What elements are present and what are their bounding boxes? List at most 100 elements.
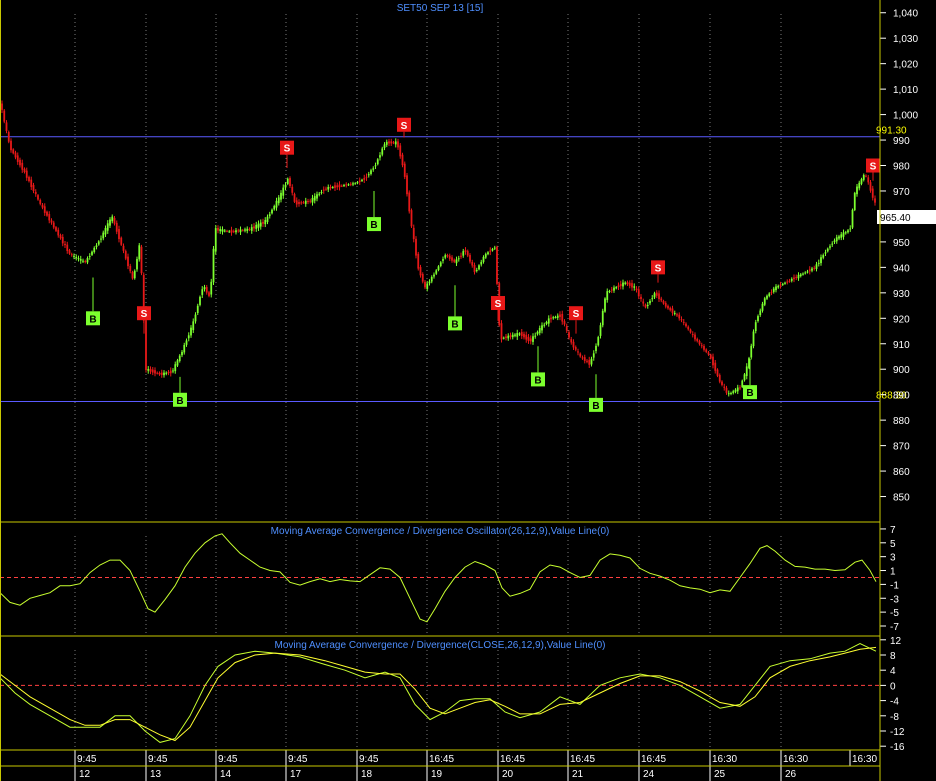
candle-body (421, 274, 424, 282)
candle-body (687, 326, 690, 330)
candle-body (624, 282, 627, 284)
day-tick-label: 25 (714, 769, 726, 780)
candle-body (399, 145, 402, 157)
candle-body (221, 229, 224, 232)
candle-body (790, 278, 793, 281)
time-tick-label: 16:30 (852, 754, 877, 765)
candle-body (437, 266, 440, 271)
candle-body (797, 274, 800, 279)
candle-body (181, 351, 183, 356)
candle-body (408, 192, 411, 212)
candle-body (39, 200, 42, 204)
candle-body (41, 204, 44, 208)
candle-body (685, 323, 687, 327)
candle-body (856, 186, 858, 195)
candle-body (770, 292, 773, 294)
indicator-y-tick-label: -16 (890, 742, 905, 753)
indicator-y-tick-label: -7 (890, 622, 899, 633)
candle-body (577, 351, 579, 353)
candle-body (786, 281, 789, 283)
candle-body (23, 168, 26, 173)
candle-body (100, 238, 102, 240)
candle-body (874, 198, 876, 203)
candle-body (615, 287, 618, 289)
candle-body (795, 276, 798, 278)
candle-body (678, 314, 681, 319)
candle-body (334, 185, 336, 188)
day-tick-label: 18 (361, 769, 373, 780)
candle-body (354, 183, 357, 185)
candle-body (496, 246, 498, 284)
sell-signal-label: S (655, 263, 662, 274)
candle-body (484, 253, 487, 258)
candle-body (505, 336, 507, 338)
candle-body (707, 352, 710, 355)
candle-body (160, 372, 163, 375)
candle-body (223, 230, 226, 232)
candle-body (518, 333, 521, 335)
candle-body (842, 232, 845, 237)
candle-body (700, 345, 703, 347)
candle-body (151, 369, 154, 373)
candle-body (680, 319, 683, 321)
price-y-tick-label: 980 (893, 162, 910, 173)
candle-body (721, 381, 723, 385)
day-tick-label: 24 (643, 769, 655, 780)
candle-body (570, 339, 573, 343)
candle-body (487, 252, 489, 255)
candle-body (730, 392, 732, 394)
candle-body (610, 289, 613, 291)
candle-body (426, 283, 429, 289)
candle-body (493, 247, 496, 249)
candle-body (259, 222, 262, 227)
candle-body (28, 177, 30, 182)
candle-body (550, 317, 552, 320)
candle-body (138, 245, 141, 260)
candle-body (482, 256, 485, 262)
indicator-y-tick-label: 4 (890, 666, 896, 677)
candle-body (208, 292, 210, 296)
candle-body (646, 304, 649, 306)
indicator-y-tick-label: 5 (890, 539, 896, 550)
candle-body (601, 310, 604, 326)
candle-body (347, 184, 350, 186)
candle-body (667, 305, 669, 309)
candle-body (46, 211, 48, 216)
candle-body (631, 283, 633, 288)
candle-body (489, 250, 492, 252)
candle-body (831, 243, 834, 245)
candle-body (462, 251, 465, 256)
sell-signal-label: S (495, 299, 502, 310)
candle-body (379, 155, 381, 158)
candle-body (88, 256, 91, 258)
candle-body (658, 293, 660, 300)
candle-body (214, 228, 217, 252)
candle-body (187, 335, 190, 339)
candle-body (446, 255, 449, 257)
indicator-y-tick-label: -3 (890, 594, 899, 605)
candle-body (691, 334, 694, 336)
candle-body (754, 322, 757, 332)
candle-body (847, 230, 849, 233)
candle-body (111, 216, 114, 222)
candle-body (284, 184, 287, 188)
candle-body (811, 268, 813, 271)
candle-body (694, 334, 696, 340)
candle-body (264, 220, 267, 225)
candle-body (271, 209, 273, 214)
indicator-y-tick-label: 3 (890, 553, 896, 564)
candle-body (174, 364, 177, 372)
candle-body (118, 229, 120, 240)
candle-body (586, 360, 588, 362)
candle-body (388, 141, 390, 144)
day-tick-label: 20 (502, 769, 514, 780)
candle-body (464, 250, 467, 252)
candle-body (343, 185, 345, 187)
candle-body (671, 308, 674, 313)
candle-body (365, 176, 368, 178)
candle-body (352, 183, 354, 185)
candle-body (563, 321, 566, 325)
time-tick-label: 9:45 (77, 754, 97, 765)
candle-body (331, 187, 334, 189)
time-tick-label: 9:45 (359, 754, 379, 765)
